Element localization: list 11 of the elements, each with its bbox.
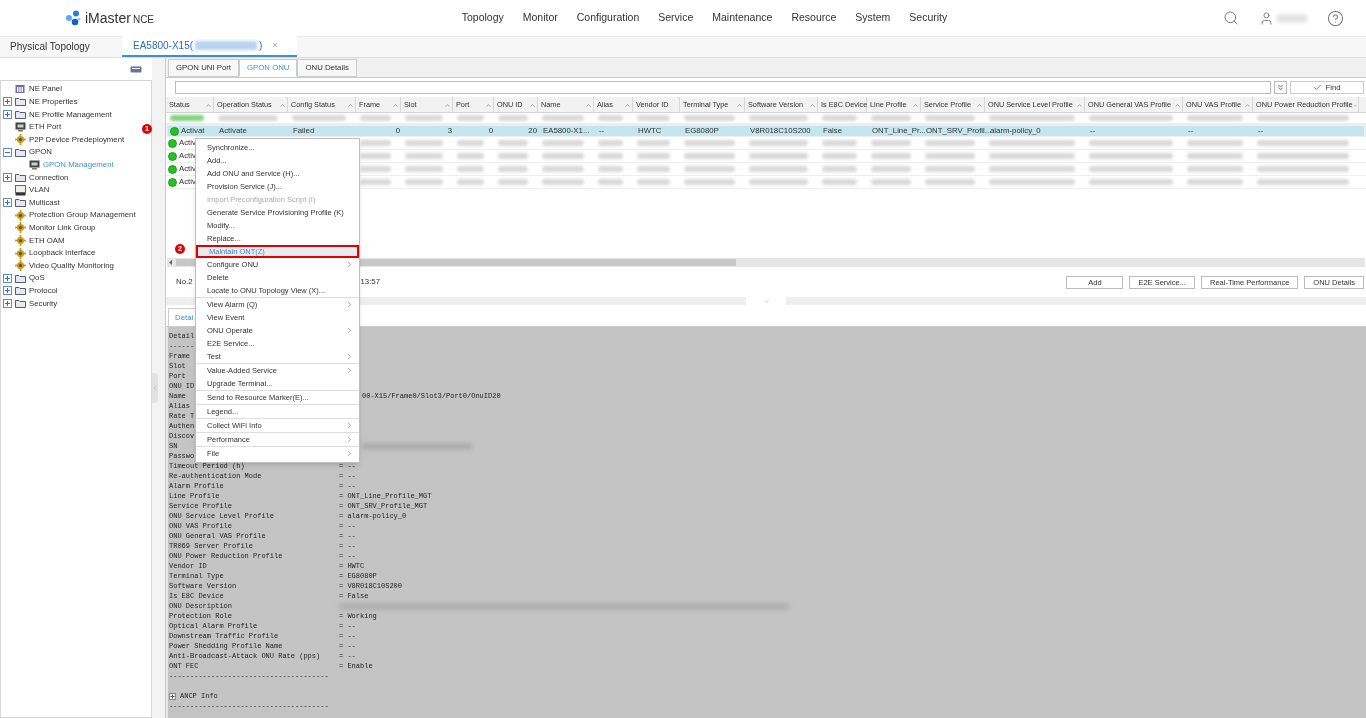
nav-link[interactable]: Service — [658, 10, 694, 26]
nav-link[interactable]: Monitor — [522, 10, 558, 26]
nav-link[interactable]: Configuration — [576, 10, 640, 26]
page-tab[interactable]: EA5800-X15( ) × — [122, 36, 297, 57]
app-logo-text: iMasterNCE — [85, 8, 155, 28]
nav-link[interactable]: Resource — [791, 10, 837, 26]
nav-link[interactable]: Topology — [461, 10, 504, 26]
page-tab[interactable]: Physical Topology — [0, 36, 122, 57]
nav-link[interactable]: Maintenance — [712, 10, 773, 26]
nav-link[interactable]: System — [855, 10, 891, 26]
nav-link[interactable]: Security — [909, 10, 948, 26]
